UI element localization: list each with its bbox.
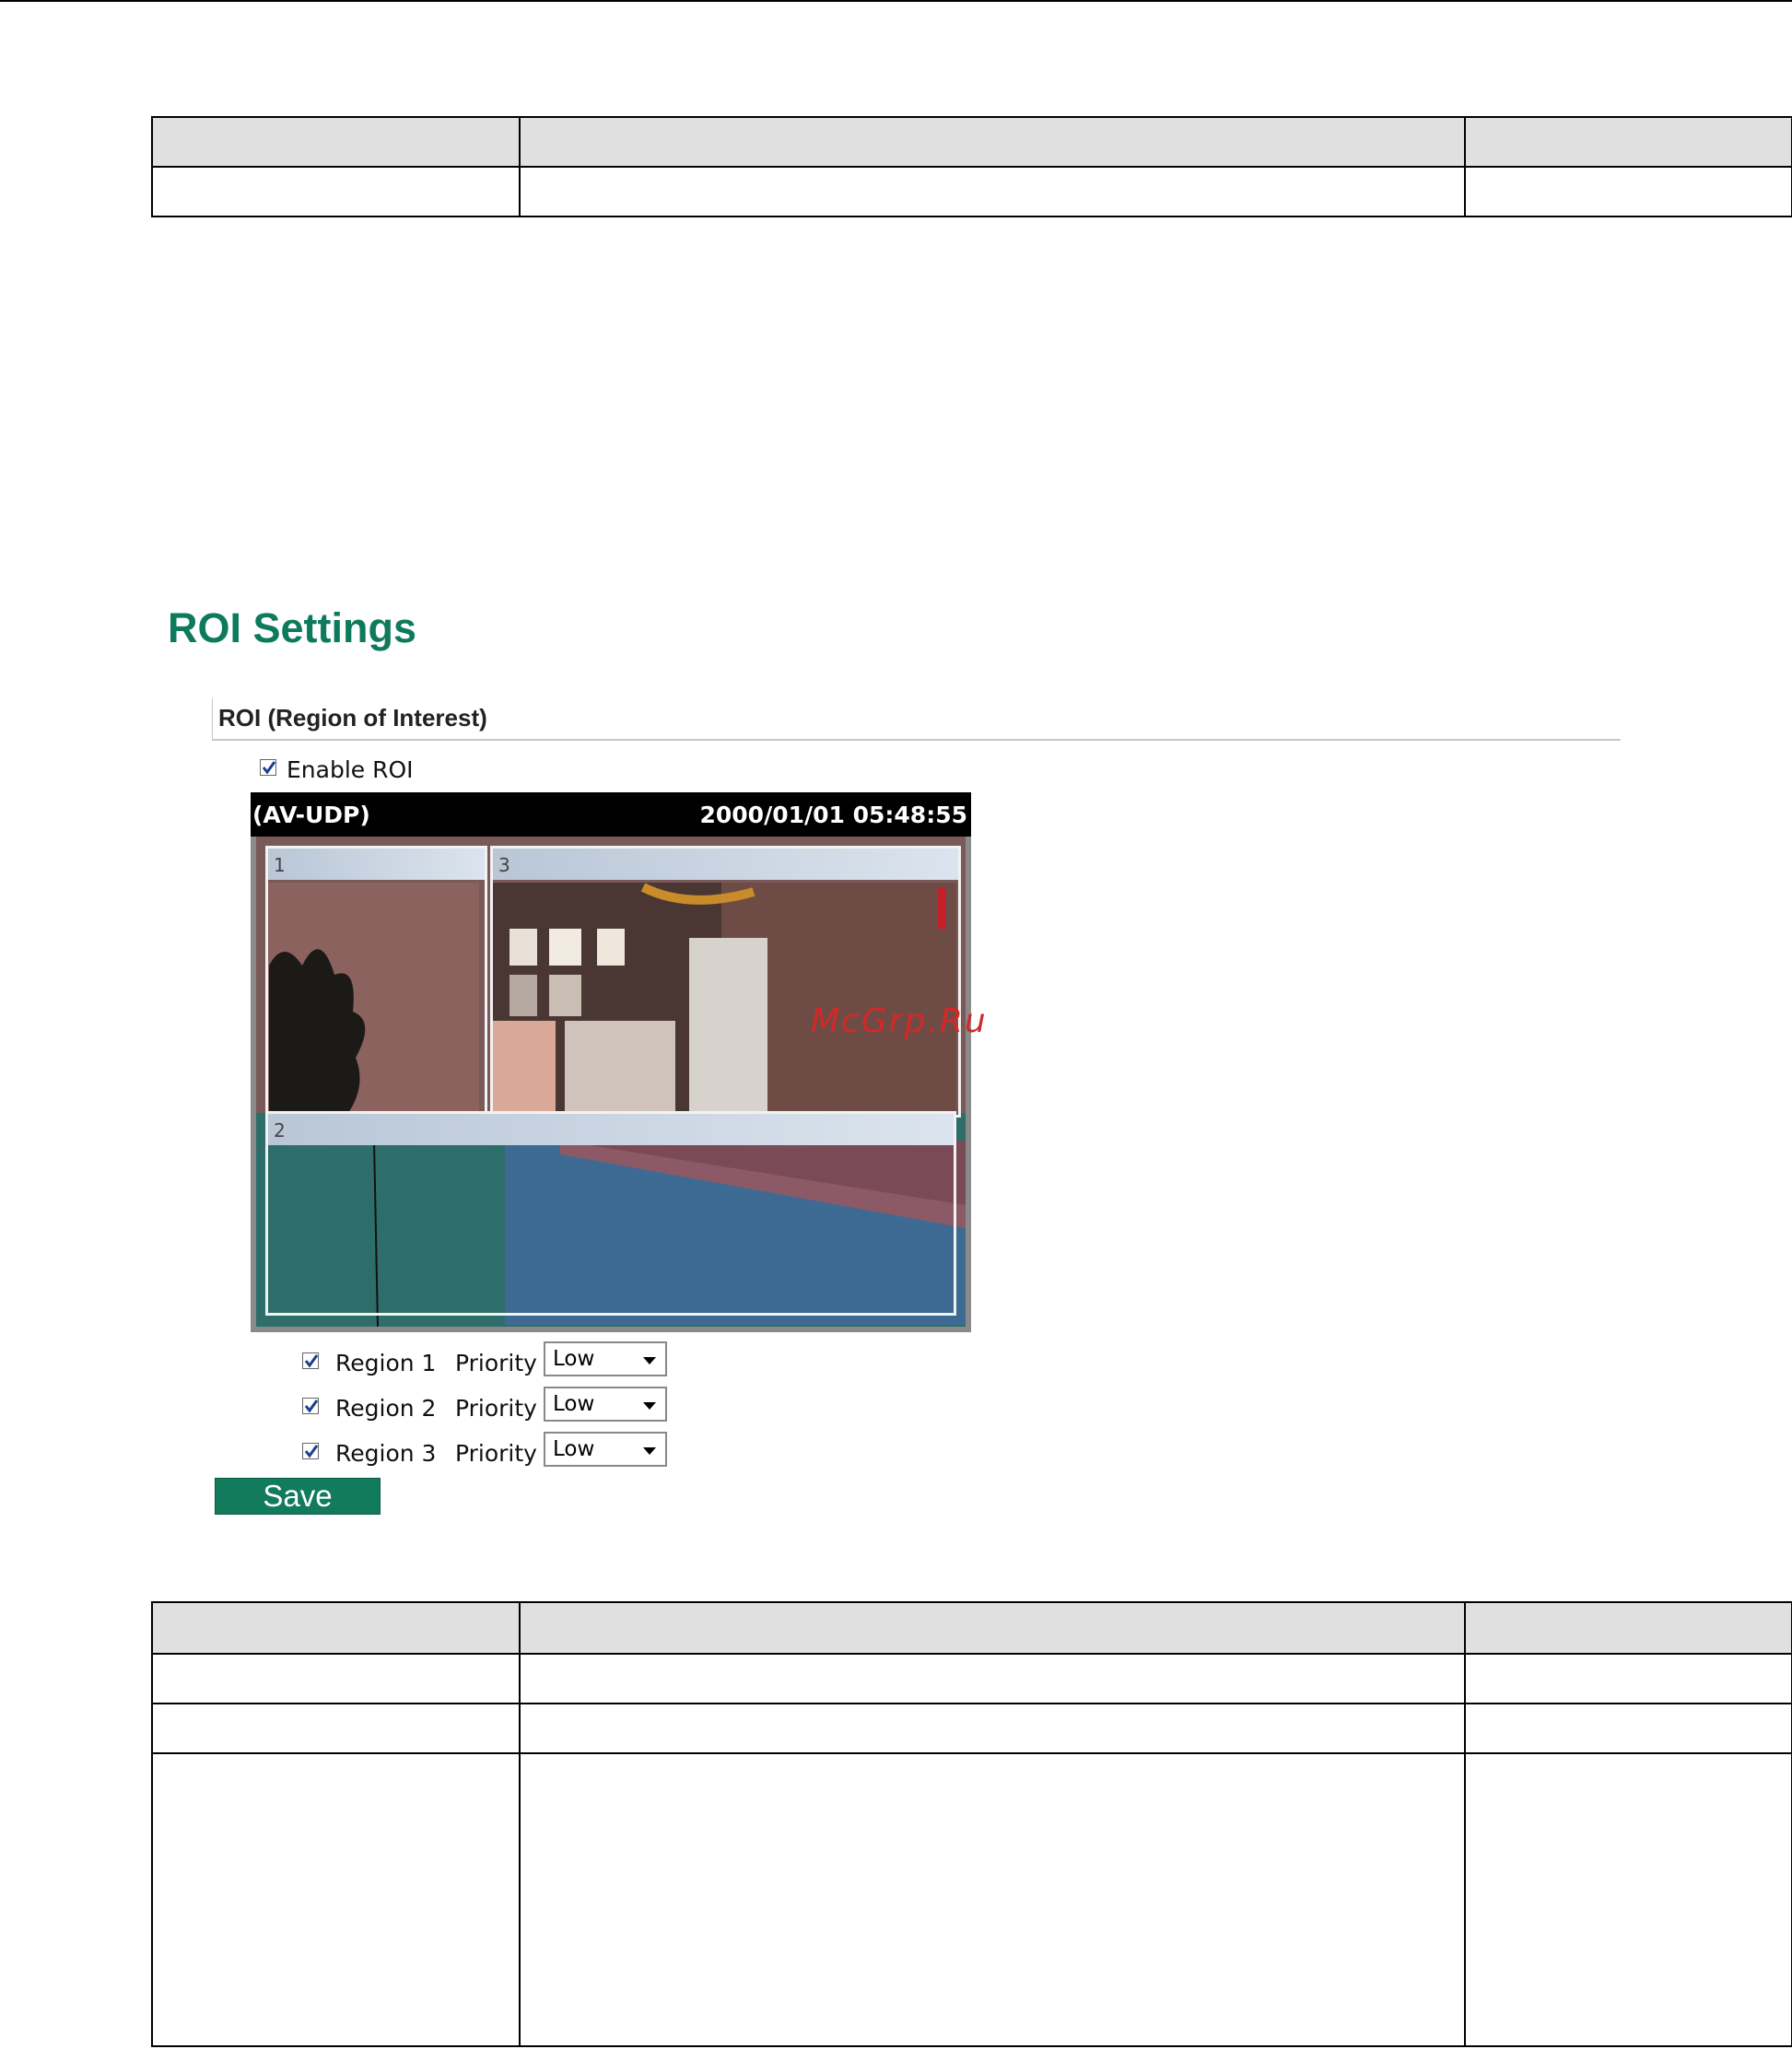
region-header: 3	[493, 849, 958, 880]
video-frame: 1 3 2	[256, 837, 966, 1327]
table-cell	[1464, 1653, 1792, 1704]
table-cell	[519, 1653, 1466, 1704]
region-3-label: Region 3	[335, 1440, 437, 1467]
table-cell	[1464, 116, 1792, 168]
table-cell	[1464, 1601, 1792, 1655]
table-cell	[519, 116, 1466, 168]
selected-value: Low	[553, 1392, 595, 1416]
video-viewer: (AV-UDP) 2000/01/01 05:48:55 1 3 2	[251, 792, 971, 1332]
table-cell	[151, 1703, 521, 1754]
table-row	[151, 166, 1792, 217]
checkmark-icon	[304, 1354, 319, 1368]
section-title: ROI (Region of Interest)	[218, 704, 487, 732]
table-row	[151, 1653, 1792, 1704]
roi-region-2[interactable]: 2	[265, 1111, 956, 1316]
chevron-down-icon	[643, 1402, 656, 1410]
watermark-text: McGrp.Ru	[811, 1002, 988, 1040]
region-2-priority-select[interactable]: Low	[544, 1387, 667, 1422]
priority-label: Priority	[455, 1350, 537, 1376]
region-3-priority-select[interactable]: Low	[544, 1432, 667, 1467]
roi-region-3[interactable]: 3	[490, 846, 961, 1118]
table-cell	[151, 1752, 521, 2047]
roi-section-header: ROI (Region of Interest)	[212, 698, 1621, 741]
region-1-checkbox[interactable]	[302, 1352, 319, 1369]
page-title: ROI Settings	[168, 604, 417, 651]
top-reference-table	[151, 116, 1792, 217]
region-number: 3	[498, 854, 510, 876]
timestamp: 2000/01/01 05:48:55	[699, 802, 968, 828]
table-cell	[519, 1703, 1466, 1754]
enable-roi-label: Enable ROI	[287, 756, 414, 783]
region-3-checkbox[interactable]	[302, 1443, 319, 1459]
checkmark-icon	[262, 761, 276, 775]
checkmark-icon	[304, 1399, 319, 1413]
table-row	[151, 1703, 1792, 1754]
bottom-reference-table	[151, 1601, 1792, 2047]
table-cell	[1464, 166, 1792, 217]
priority-label: Priority	[455, 1395, 537, 1422]
region-1-priority-select[interactable]: Low	[544, 1341, 667, 1376]
table-cell	[151, 1653, 521, 1704]
save-button[interactable]: Save	[215, 1478, 381, 1515]
chevron-down-icon	[643, 1447, 656, 1455]
region-number: 1	[274, 854, 286, 876]
viewer-status-bar: (AV-UDP) 2000/01/01 05:48:55	[251, 792, 971, 837]
selected-value: Low	[553, 1347, 595, 1371]
table-cell	[151, 166, 521, 217]
table-cell	[151, 1601, 521, 1655]
region-2-checkbox[interactable]	[302, 1398, 319, 1414]
table-cell	[519, 166, 1466, 217]
checkmark-icon	[304, 1445, 319, 1458]
table-cell	[519, 1601, 1466, 1655]
stream-label: (AV-UDP)	[252, 802, 370, 828]
table-header-row	[151, 1601, 1792, 1655]
region-2-label: Region 2	[335, 1395, 437, 1422]
region-header: 2	[268, 1114, 954, 1145]
table-cell	[151, 116, 521, 168]
selected-value: Low	[553, 1437, 595, 1461]
table-cell	[1464, 1752, 1792, 2047]
table-header-row	[151, 116, 1792, 168]
region-number: 2	[274, 1119, 286, 1142]
chevron-down-icon	[643, 1357, 656, 1364]
priority-label: Priority	[455, 1440, 537, 1467]
region-1-label: Region 1	[335, 1350, 437, 1376]
table-row	[151, 1752, 1792, 2047]
table-cell	[1464, 1703, 1792, 1754]
roi-region-1[interactable]: 1	[265, 846, 487, 1118]
table-cell	[519, 1752, 1466, 2047]
region-header: 1	[268, 849, 485, 880]
top-rule	[0, 0, 1792, 2]
enable-roi-checkbox[interactable]	[260, 759, 276, 776]
